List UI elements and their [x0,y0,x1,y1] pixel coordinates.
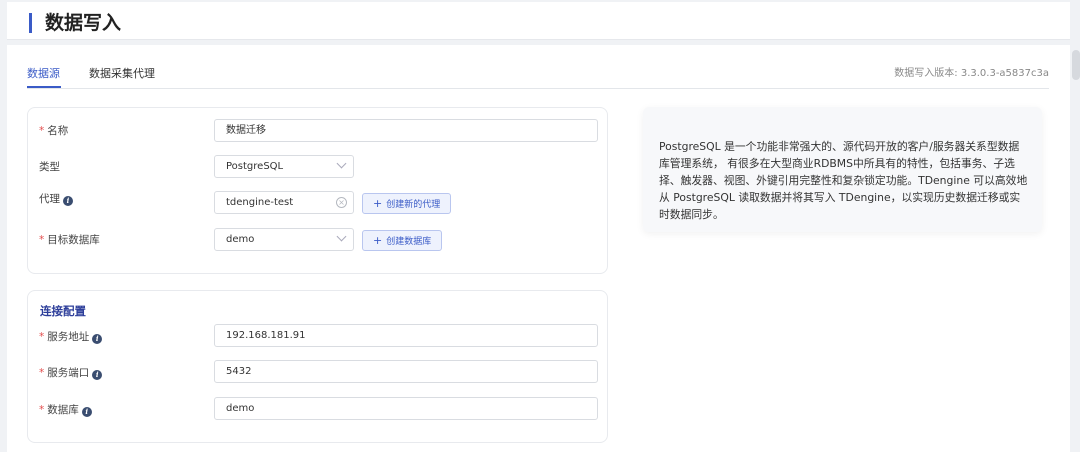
port-input[interactable]: 5432 [214,360,598,383]
name-label: * 名称 [39,125,69,137]
info-icon[interactable]: i [92,334,103,344]
host-label: * 服务地址 i [39,329,103,345]
page-title: 数据写入 [45,12,122,34]
info-icon[interactable]: i [63,196,73,206]
active-tab-indicator [27,86,61,88]
agent-select[interactable]: tdengine-test × [214,191,354,214]
agent-label: 代理 i [39,191,73,207]
name-input[interactable]: 数据迁移 [214,119,598,142]
page-header: 数据写入 [7,2,1070,40]
plus-icon: + [373,234,383,247]
chevron-down-icon [336,158,347,169]
target-db-select[interactable]: demo [214,228,354,251]
agent-select-value: tdengine-test [226,197,294,208]
info-icon[interactable]: i [92,370,103,380]
plus-icon: + [373,197,383,210]
tab-bar: 数据源 数据采集代理 数据写入版本: 3.3.0.3-a5837c3a [27,65,1049,89]
info-icon[interactable]: i [81,407,92,417]
scrollbar-thumb[interactable] [1072,50,1080,80]
create-database-button[interactable]: + 创建数据库 [362,230,443,251]
chevron-down-icon [336,231,347,242]
title-accent-bar [29,13,32,33]
type-label: 类型 [39,161,60,173]
type-select[interactable]: PostgreSQL [214,155,354,178]
main-panel: 数据源 数据采集代理 数据写入版本: 3.3.0.3-a5837c3a * 名称 … [7,45,1070,452]
clear-icon[interactable]: × [336,197,347,208]
database-input[interactable]: demo [214,397,598,420]
basic-info-card: * 名称 数据迁移 类型 PostgreSQL 代理 i tdengine-test… [27,107,608,274]
tab-collection-agent[interactable]: 数据采集代理 [89,65,155,82]
tab-datasource[interactable]: 数据源 [27,65,60,82]
type-select-value: PostgreSQL [226,161,284,172]
target-db-select-value: demo [226,234,255,245]
host-input[interactable]: 192.168.181.91 [214,324,598,347]
database-label: * 数据库 i [39,402,92,418]
target-db-label: * 目标数据库 [39,234,100,246]
connection-section-title: 连接配置 [40,304,86,318]
datasource-description: PostgreSQL 是一个功能非常强大的、源代码开放的客户/服务器关系型数据库… [643,107,1042,232]
create-agent-button[interactable]: + 创建新的代理 [362,193,452,214]
connection-config-card: 连接配置 * 服务地址 i 192.168.181.91 * 服务端口 i 5432 *… [27,290,608,443]
port-label: * 服务端口 i [39,365,103,381]
version-text: 数据写入版本: 3.3.0.3-a5837c3a [894,68,1049,79]
